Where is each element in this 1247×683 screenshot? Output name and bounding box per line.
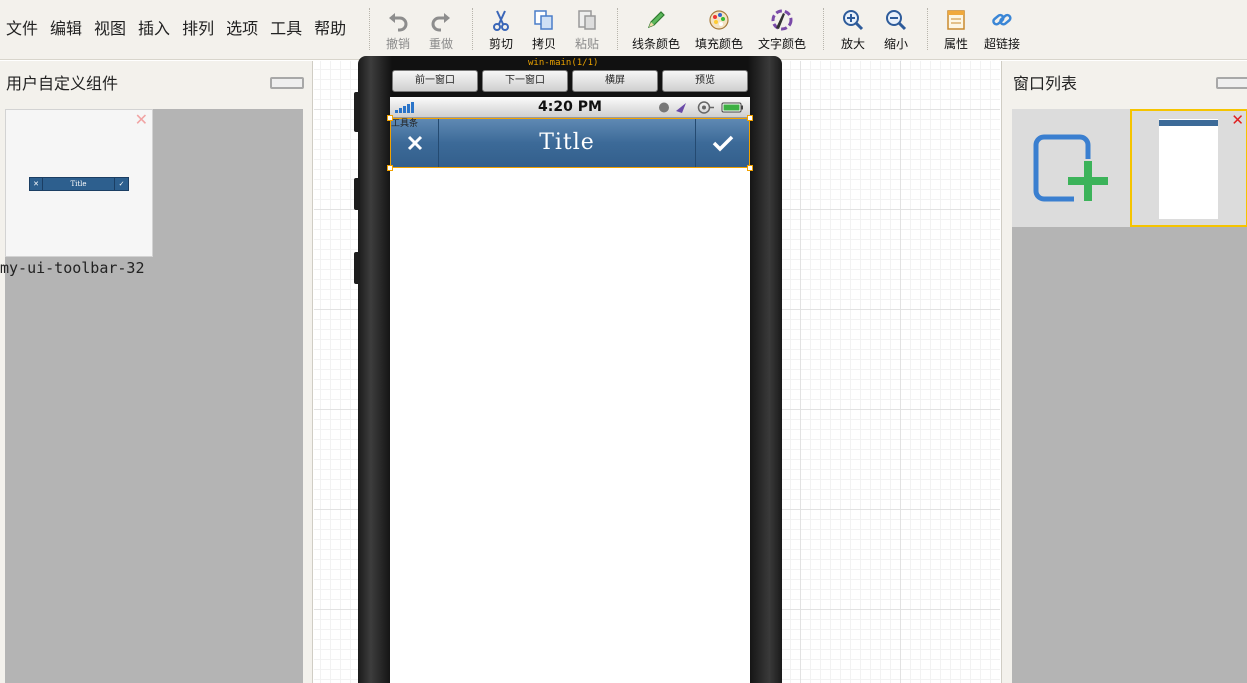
thumbnail-title: Title (70, 180, 87, 188)
line-color-button[interactable]: 线条颜色 (632, 8, 680, 58)
zoom-out-label: 缩小 (884, 37, 909, 51)
undo-label: 撤销 (386, 37, 411, 51)
cut-label: 剪切 (489, 37, 514, 51)
toolbar-confirm-button[interactable] (695, 119, 749, 167)
toolbar-divider (823, 8, 824, 50)
phone-side-button (354, 92, 360, 132)
component-name: my-ui-toolbar-32 (0, 259, 145, 277)
toolbar-divider (369, 8, 370, 50)
component-card[interactable]: ✕ ✕ Title ✓ (5, 109, 153, 257)
resize-handle[interactable] (387, 115, 393, 121)
phone-side-button (354, 178, 360, 210)
close-icon[interactable]: ✕ (135, 112, 148, 128)
undo-icon (386, 8, 410, 32)
line-color-label: 线条颜色 (632, 37, 681, 51)
top-toolbar: 文件 编辑 视图 插入 排列 选项 工具 帮助 撤销 重做 剪切 拷贝 粘贴 线… (0, 0, 1247, 60)
status-bar: 4:20 PM (390, 97, 750, 118)
phone-side-button (354, 252, 360, 284)
zoom-in-label: 放大 (841, 37, 866, 51)
link-icon (990, 8, 1014, 32)
preview-toolbar (1159, 120, 1218, 126)
menu-arrange[interactable]: 排列 (176, 18, 220, 40)
panel-minimize-button[interactable] (270, 77, 304, 89)
text-color-button[interactable]: 文字颜色 (758, 8, 806, 58)
preview-button[interactable]: 预览 (662, 70, 748, 92)
window-list-panel: 窗口列表 ✕ (1001, 61, 1247, 683)
copy-button[interactable]: 拷贝 (532, 8, 556, 58)
zoom-out-button[interactable]: 缩小 (884, 8, 908, 58)
panel-title: 用户自定义组件 (6, 74, 119, 93)
landscape-button[interactable]: 横屏 (572, 70, 658, 92)
pencil-icon (644, 8, 668, 32)
toolbar-type-label: 工具条 (391, 119, 419, 129)
fill-color-label: 填充颜色 (695, 37, 744, 51)
toolbar-divider (617, 8, 618, 50)
phone-screen[interactable]: 4:20 PM 工具条 Title (387, 97, 753, 683)
undo-button[interactable]: 撤销 (386, 8, 410, 58)
palette-icon (707, 8, 731, 32)
menu-view[interactable]: 视图 (88, 18, 132, 40)
copy-label: 拷贝 (532, 37, 557, 51)
properties-label: 属性 (944, 37, 969, 51)
toolbar-component[interactable]: 工具条 Title (387, 115, 753, 171)
app-root: 文件 编辑 视图 插入 排列 选项 工具 帮助 撤销 重做 剪切 拷贝 粘贴 线… (0, 0, 1247, 683)
window-preview (1159, 119, 1218, 219)
component-thumbnail: ✕ Title ✓ (29, 177, 129, 191)
check-icon (712, 135, 733, 152)
panel-title: 窗口列表 (1013, 74, 1078, 93)
properties-icon (944, 8, 968, 32)
close-icon[interactable]: ✕ (1231, 113, 1244, 128)
add-window-icon (1033, 134, 1108, 202)
paste-button[interactable]: 粘贴 (575, 8, 599, 58)
toolbar-divider (472, 8, 473, 50)
menu-file[interactable]: 文件 (0, 18, 44, 40)
menu-bar: 文件 编辑 视图 插入 排列 选项 工具 帮助 (0, 18, 352, 40)
paste-label: 粘贴 (575, 37, 600, 51)
paste-icon (575, 8, 599, 32)
text-color-label: 文字颜色 (758, 37, 807, 51)
redo-button[interactable]: 重做 (429, 8, 453, 58)
redo-label: 重做 (429, 37, 454, 51)
next-window-button[interactable]: 下一窗口 (482, 70, 568, 92)
prev-window-button[interactable]: 前一窗口 (392, 70, 478, 92)
menu-help[interactable]: 帮助 (308, 18, 352, 40)
close-icon (407, 135, 422, 151)
copy-icon (532, 8, 556, 32)
toolbar-title: Title (539, 130, 595, 155)
add-window-button[interactable] (1012, 109, 1130, 227)
resize-handle[interactable] (387, 165, 393, 171)
zoom-in-button[interactable]: 放大 (841, 8, 865, 58)
menu-edit[interactable]: 编辑 (44, 18, 88, 40)
panel-minimize-button[interactable] (1216, 77, 1247, 89)
window-name: win-main(1/1) (528, 58, 599, 68)
component-list: ✕ ✕ Title ✓ (5, 109, 303, 683)
zoom-out-icon (884, 8, 908, 32)
window-nav-buttons: 前一窗口 下一窗口 横屏 预览 (392, 70, 748, 92)
text-color-icon (770, 8, 794, 32)
menu-tools[interactable]: 工具 (264, 18, 308, 40)
hyperlink-label: 超链接 (984, 37, 1021, 51)
check-icon: ✓ (114, 178, 128, 190)
close-icon: ✕ (30, 178, 43, 190)
window-list: ✕ (1012, 109, 1247, 683)
menu-insert[interactable]: 插入 (132, 18, 176, 40)
cut-button[interactable]: 剪切 (489, 8, 513, 58)
zoom-in-icon (841, 8, 865, 32)
hyperlink-button[interactable]: 超链接 (984, 8, 1020, 58)
menu-options[interactable]: 选项 (220, 18, 264, 40)
window-thumbnail-main[interactable]: ✕ (1130, 109, 1247, 227)
toolbar-divider (927, 8, 928, 50)
properties-button[interactable]: 属性 (944, 8, 968, 58)
custom-components-panel: 用户自定义组件 ✕ ✕ Title ✓ my-ui-toolbar-32 (0, 61, 313, 683)
scissors-icon (489, 8, 513, 32)
fill-color-button[interactable]: 填充颜色 (695, 8, 743, 58)
resize-handle[interactable] (747, 165, 753, 171)
status-icons (659, 101, 743, 114)
redo-icon (429, 8, 453, 32)
resize-handle[interactable] (747, 115, 753, 121)
